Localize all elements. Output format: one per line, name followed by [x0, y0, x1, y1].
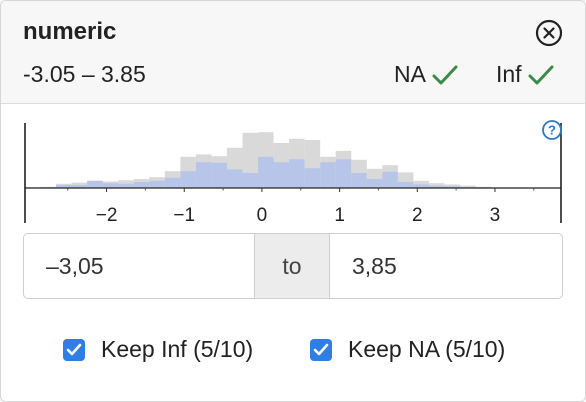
histogram-bar — [164, 177, 181, 188]
histogram-bar — [351, 173, 367, 188]
histogram-bar — [320, 162, 336, 188]
range-to-separator: to — [254, 234, 330, 298]
question-circle-icon[interactable]: ? — [541, 119, 563, 141]
keep-inf-label: Keep Inf (5/10) — [101, 336, 254, 362]
inf-flag: Inf — [496, 61, 554, 88]
checkbox-checked-icon[interactable] — [310, 338, 332, 361]
panel-title: numeric — [23, 18, 117, 45]
value-range-text: -3.05 – 3.85 — [23, 61, 146, 87]
histogram-bar — [258, 156, 274, 188]
x-tick-label: 0 — [257, 205, 268, 226]
close-circle-icon[interactable] — [534, 18, 564, 48]
na-flag-label: NA — [394, 61, 426, 87]
histogram-bar — [242, 173, 259, 188]
keep-na-checkbox[interactable]: Keep NA (5/10) — [310, 336, 505, 363]
histogram-bar — [226, 169, 243, 188]
histogram-bar — [366, 179, 383, 188]
histogram-bar — [273, 162, 290, 188]
histogram-bar — [304, 168, 321, 188]
range-from-input[interactable] — [24, 234, 254, 298]
range-to-input[interactable] — [330, 234, 562, 298]
panel-header: numeric -3.05 – 3.85 NA Inf — [1, 1, 585, 104]
keep-inf-checkbox[interactable]: Keep Inf (5/10) — [63, 336, 253, 363]
checkmark-icon — [432, 65, 458, 84]
inf-flag-label: Inf — [496, 61, 522, 87]
checkbox-checked-icon[interactable] — [63, 338, 85, 361]
histogram-bar — [149, 180, 165, 188]
x-tick-label: −2 — [96, 205, 118, 226]
histogram-bar — [382, 171, 398, 188]
histogram-bar — [289, 159, 305, 188]
histogram-bar — [335, 159, 352, 188]
numeric-filter-panel: numeric -3.05 – 3.85 NA Inf −2 −1 0 1 2 3 — [0, 0, 586, 402]
x-tick-label: −1 — [173, 205, 195, 226]
x-tick-label: 2 — [412, 205, 423, 226]
range-inputs: to — [23, 233, 563, 299]
keep-na-label: Keep NA (5/10) — [348, 336, 506, 362]
histogram-bar — [180, 171, 196, 188]
histogram-bar — [133, 182, 150, 188]
x-tick-label: 1 — [334, 205, 345, 226]
histogram-bar — [195, 162, 212, 188]
histogram-bar — [102, 183, 119, 188]
checkmark-icon — [528, 65, 554, 84]
svg-text:?: ? — [548, 123, 556, 138]
histogram-bar — [118, 183, 134, 188]
histogram-chart: −2 −1 0 1 2 3 — [24, 123, 562, 226]
histogram-bar — [87, 180, 103, 188]
histogram-bar — [397, 182, 414, 188]
histogram-bar — [211, 162, 227, 188]
x-tick-label: 3 — [490, 205, 501, 226]
na-flag: NA — [394, 61, 458, 88]
